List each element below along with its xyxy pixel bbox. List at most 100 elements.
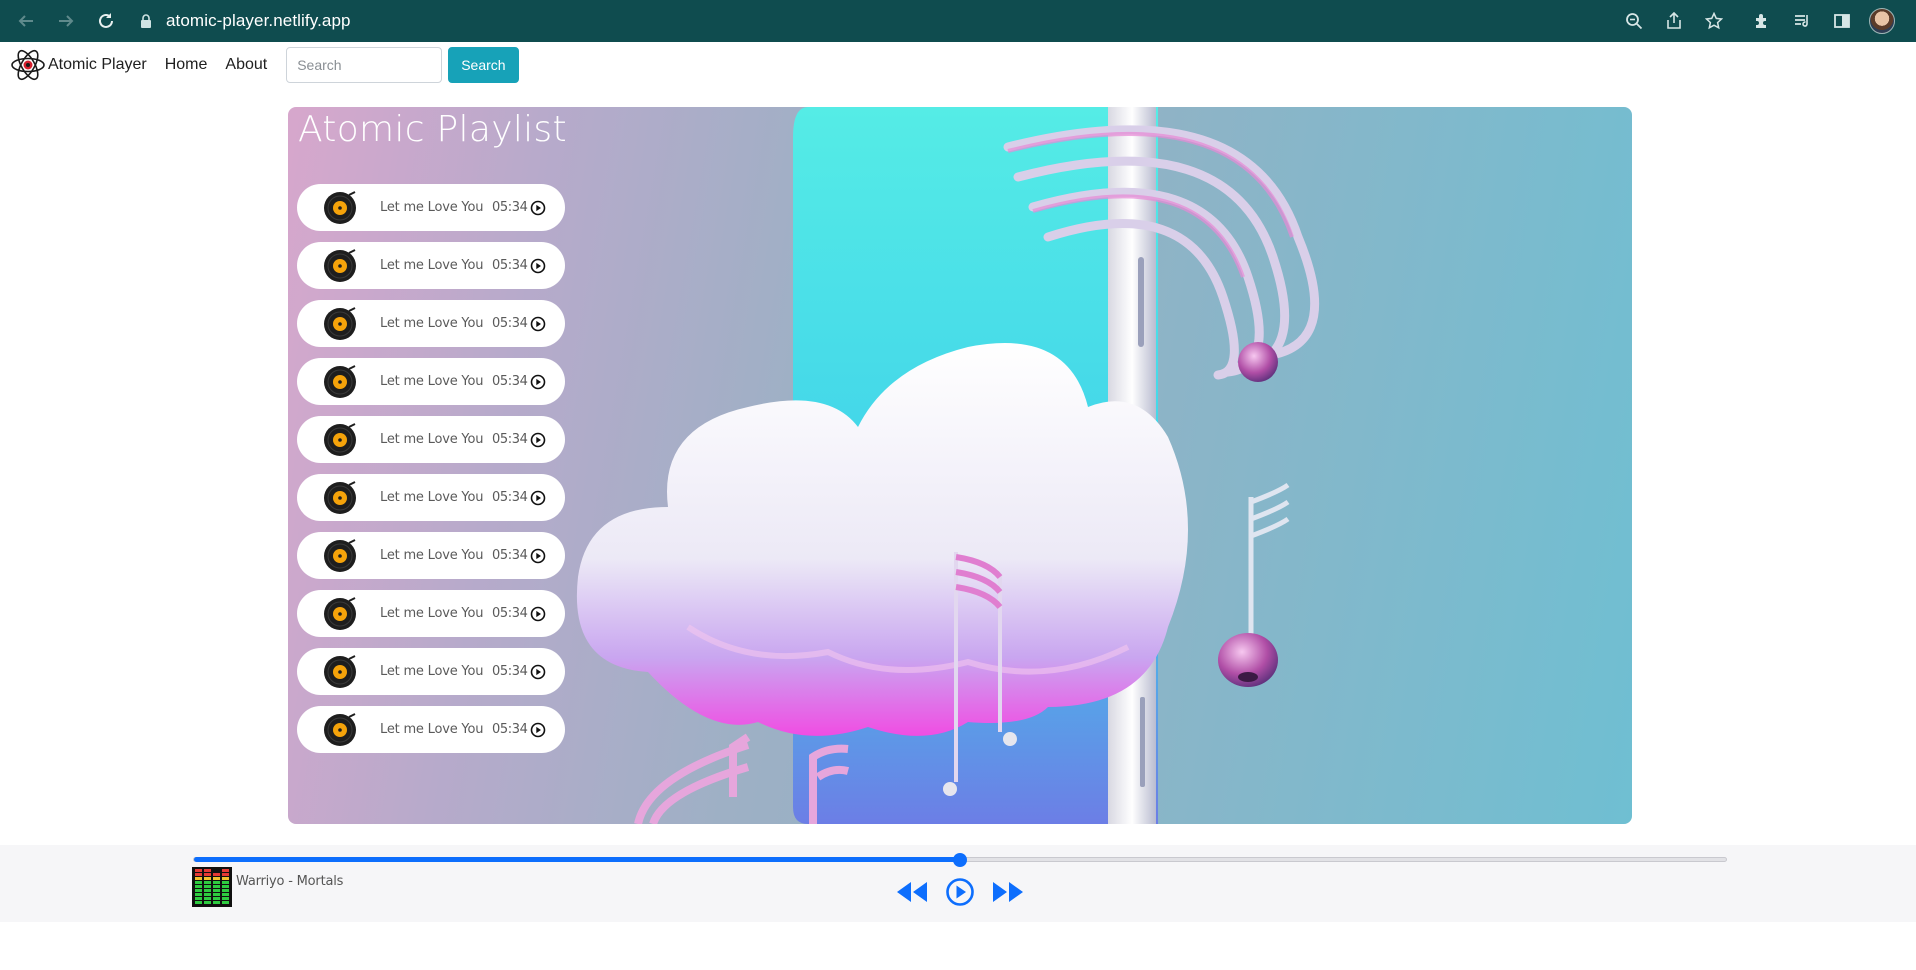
play-circle-icon[interactable] <box>530 664 546 680</box>
track-item[interactable]: Let me Love You 05:34 <box>297 416 565 463</box>
equalizer-bar-segment <box>222 881 229 884</box>
track-item[interactable]: Let me Love You 05:34 <box>297 358 565 405</box>
progress-fill <box>194 857 960 862</box>
equalizer-bar-segment <box>222 869 229 872</box>
play-circle-icon[interactable] <box>530 606 546 622</box>
track-title: Let me Love You <box>380 258 484 273</box>
track-item[interactable]: Let me Love You 05:34 <box>297 706 565 753</box>
track-duration: 05:34 <box>492 200 528 215</box>
browser-nav-buttons <box>6 0 126 42</box>
profile-avatar[interactable] <box>1862 0 1902 42</box>
equalizer-bar-segment <box>222 893 229 896</box>
track-title: Let me Love You <box>380 432 484 447</box>
reading-list-icon[interactable] <box>1782 0 1822 42</box>
vinyl-disc-icon <box>324 712 356 746</box>
back-icon[interactable] <box>6 0 46 42</box>
now-playing-title: Warriyo - Mortals <box>236 874 344 889</box>
equalizer-icon <box>192 867 232 907</box>
vinyl-disc-icon <box>324 364 356 398</box>
progress-handle[interactable] <box>953 853 967 867</box>
equalizer-bar-segment <box>213 897 220 900</box>
equalizer-bar-segment <box>204 877 211 880</box>
play-button[interactable] <box>940 875 980 909</box>
equalizer-bar-segment <box>213 873 220 876</box>
extensions-icon[interactable] <box>1742 0 1782 42</box>
browser-toolbar: atomic-player.netlify.app <box>0 0 1916 42</box>
share-icon[interactable] <box>1654 0 1694 42</box>
player-bar: Warriyo - Mortals <box>0 845 1916 922</box>
app-navbar: Atomic Player Home About Search <box>0 42 1916 88</box>
track-title: Let me Love You <box>380 606 484 621</box>
equalizer-bar-segment <box>213 885 220 888</box>
equalizer-bar-segment <box>204 897 211 900</box>
vinyl-disc-icon <box>324 480 356 514</box>
track-duration: 05:34 <box>492 548 528 563</box>
track-title: Let me Love You <box>380 548 484 563</box>
equalizer-bar-segment <box>213 889 220 892</box>
play-circle-icon[interactable] <box>530 258 546 274</box>
track-item[interactable]: Let me Love You 05:34 <box>297 242 565 289</box>
next-button[interactable] <box>988 875 1028 909</box>
forward-icon[interactable] <box>46 0 86 42</box>
play-circle-icon[interactable] <box>530 432 546 448</box>
track-item[interactable]: Let me Love You 05:34 <box>297 590 565 637</box>
equalizer-bar-segment <box>204 881 211 884</box>
equalizer-bar-segment <box>195 877 202 880</box>
play-circle-icon[interactable] <box>530 490 546 506</box>
track-duration: 05:34 <box>492 316 528 331</box>
equalizer-bar-segment <box>195 889 202 892</box>
track-title: Let me Love You <box>380 664 484 679</box>
play-circle-icon[interactable] <box>530 316 546 332</box>
equalizer-bar-segment <box>222 885 229 888</box>
track-item[interactable]: Let me Love You 05:34 <box>297 532 565 579</box>
track-title: Let me Love You <box>380 316 484 331</box>
equalizer-bar-segment <box>222 873 229 876</box>
play-circle-icon[interactable] <box>530 548 546 564</box>
equalizer-bar-segment <box>195 869 202 872</box>
equalizer-bar-segment <box>204 885 211 888</box>
playlist-hero: Atomic Playlist Let me Love You 05:34 Le… <box>288 107 1632 824</box>
track-list: Let me Love You 05:34 Let me Love You 05… <box>297 184 565 764</box>
track-title: Let me Love You <box>380 200 484 215</box>
zoom-icon[interactable] <box>1614 0 1654 42</box>
progress-slider[interactable] <box>193 853 1727 867</box>
equalizer-bar-segment <box>204 901 211 904</box>
play-circle-icon[interactable] <box>530 200 546 216</box>
track-item[interactable]: Let me Love You 05:34 <box>297 300 565 347</box>
vinyl-disc-icon <box>324 538 356 572</box>
vinyl-disc-icon <box>324 190 356 224</box>
brand-name[interactable]: Atomic Player <box>48 56 147 74</box>
track-duration: 05:34 <box>492 664 528 679</box>
equalizer-bar-segment <box>213 877 220 880</box>
track-duration: 05:34 <box>492 374 528 389</box>
equalizer-bar-segment <box>222 877 229 880</box>
play-circle-icon[interactable] <box>530 374 546 390</box>
track-duration: 05:34 <box>492 258 528 273</box>
brand[interactable]: Atomic Player <box>10 47 147 83</box>
lock-icon <box>136 14 156 28</box>
vinyl-disc-icon <box>324 248 356 282</box>
nav-about-link[interactable]: About <box>225 56 267 74</box>
track-item[interactable]: Let me Love You 05:34 <box>297 184 565 231</box>
search-button[interactable]: Search <box>448 47 519 83</box>
search-input[interactable] <box>286 47 443 83</box>
equalizer-bar-segment <box>213 893 220 896</box>
track-duration: 05:34 <box>492 606 528 621</box>
track-item[interactable]: Let me Love You 05:34 <box>297 648 565 695</box>
equalizer-bar-segment <box>222 889 229 892</box>
side-panel-icon[interactable] <box>1822 0 1862 42</box>
equalizer-bar-segment <box>195 873 202 876</box>
track-item[interactable]: Let me Love You 05:34 <box>297 474 565 521</box>
avatar <box>1869 8 1895 34</box>
nav-home-link[interactable]: Home <box>165 56 208 74</box>
reload-icon[interactable] <box>86 0 126 42</box>
rewind-icon <box>897 882 927 902</box>
address-bar[interactable]: atomic-player.netlify.app <box>136 4 351 38</box>
star-icon[interactable] <box>1694 0 1734 42</box>
playlist-title: Atomic Playlist <box>298 109 567 150</box>
vinyl-disc-icon <box>324 306 356 340</box>
play-circle-icon[interactable] <box>530 722 546 738</box>
equalizer-bar-segment <box>204 873 211 876</box>
url-text[interactable]: atomic-player.netlify.app <box>166 11 351 31</box>
previous-button[interactable] <box>892 875 932 909</box>
